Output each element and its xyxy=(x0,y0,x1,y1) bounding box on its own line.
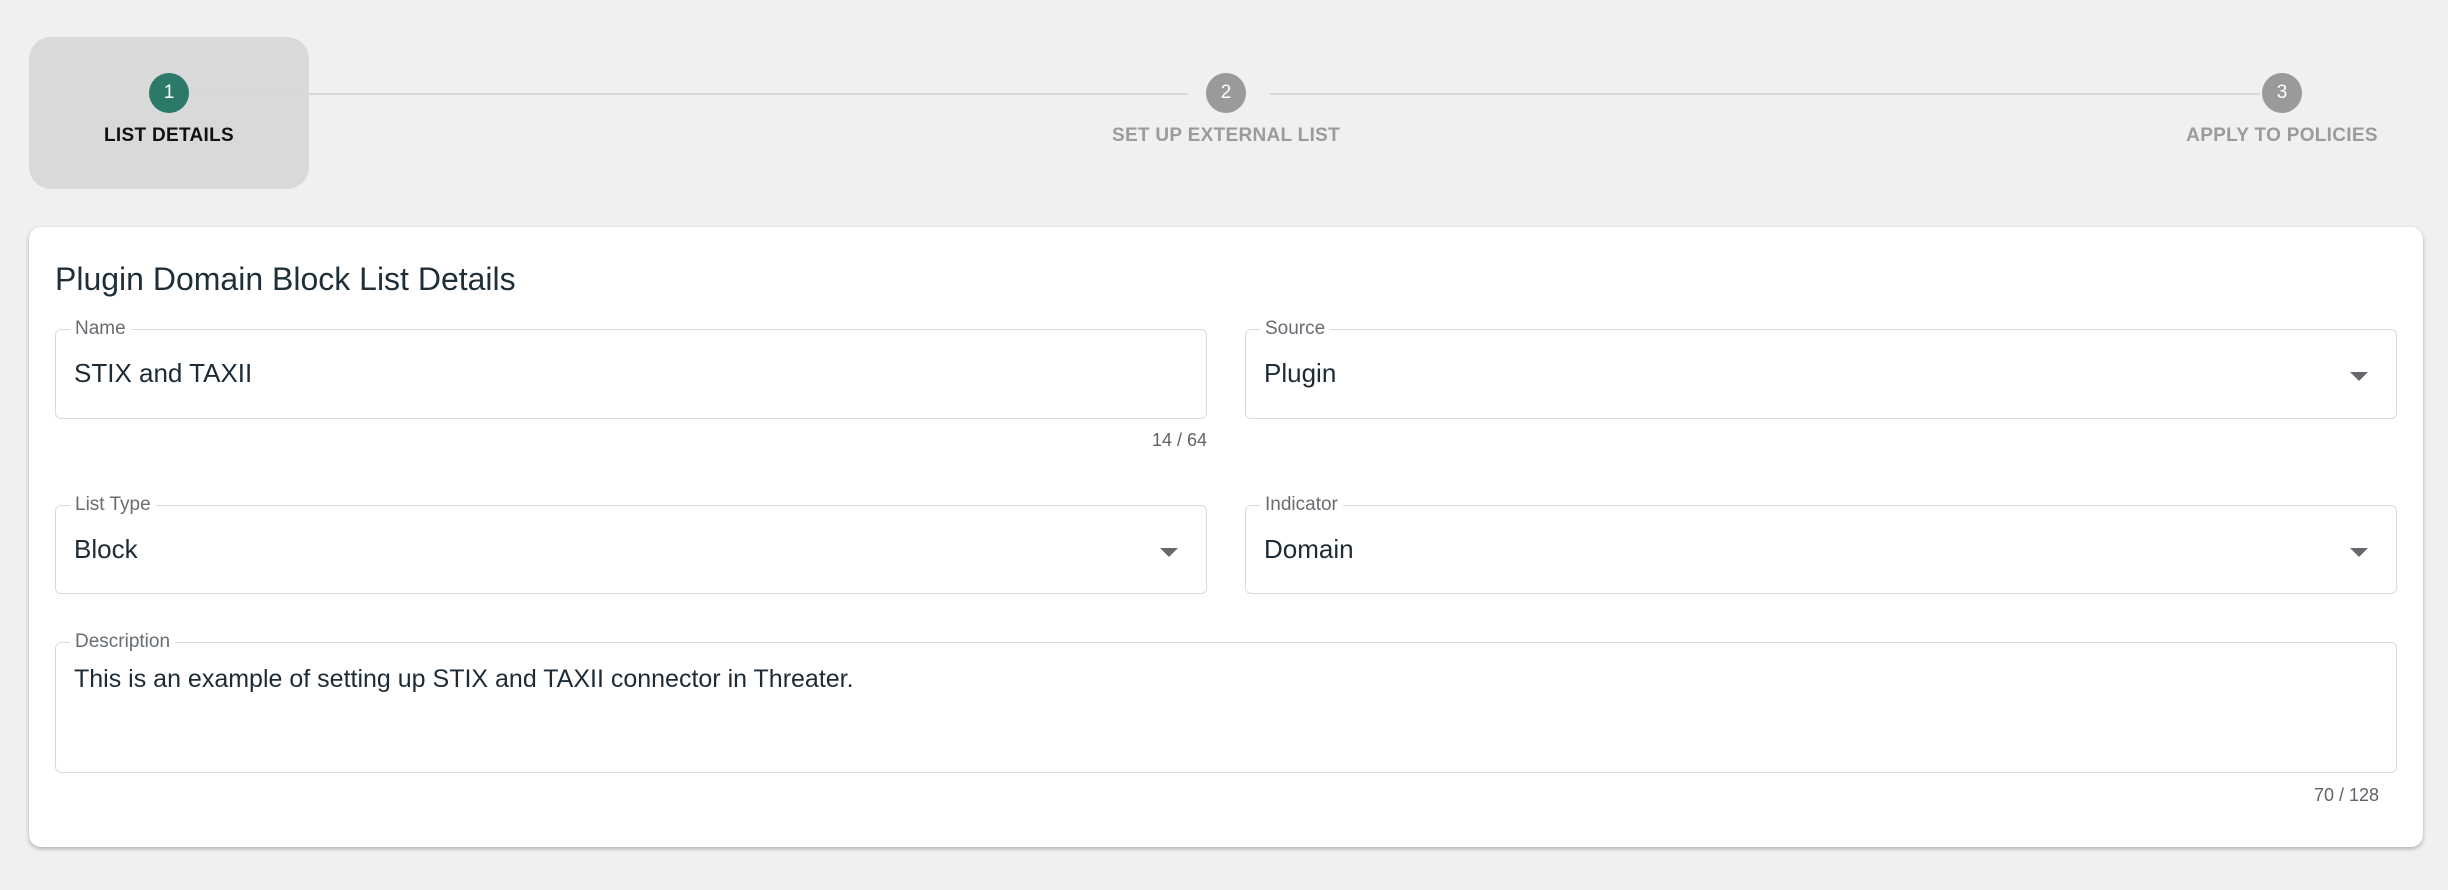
source-selected-value: Plugin xyxy=(1264,358,1337,388)
step-number-badge: 3 xyxy=(2262,73,2302,113)
step-apply-to-policies[interactable]: 3 APPLY TO POLICIES xyxy=(2082,73,2448,147)
chevron-down-icon[interactable] xyxy=(2350,548,2368,557)
description-char-counter: 70 / 128 xyxy=(2313,785,2379,805)
indicator-select[interactable]: Indicator Domain xyxy=(1245,494,2397,594)
description-field[interactable]: Description This is an example of settin… xyxy=(55,631,2397,773)
page-title: Plugin Domain Block List Details xyxy=(55,261,516,297)
step-label: APPLY TO POLICIES xyxy=(2186,125,2378,146)
list-type-select[interactable]: List Type Block xyxy=(55,494,1207,594)
source-select[interactable]: Source Plugin xyxy=(1245,318,2397,419)
indicator-selected-value: Domain xyxy=(1264,534,1354,564)
stepper: 1 LIST DETAILS 2 SET UP EXTERNAL LIST 3 … xyxy=(0,0,2448,200)
name-char-counter: 14 / 64 xyxy=(1151,430,1207,450)
name-field[interactable]: Name STIX and TAXII xyxy=(55,318,1207,419)
step-number-badge: 2 xyxy=(1206,73,1246,113)
list-details-card: Plugin Domain Block List Details Name ST… xyxy=(29,227,2423,847)
step-label: SET UP EXTERNAL LIST xyxy=(1111,125,1341,146)
step-set-up-external-list[interactable]: 2 SET UP EXTERNAL LIST xyxy=(1026,73,1426,147)
chevron-down-icon[interactable] xyxy=(1160,548,1178,557)
name-input[interactable]: STIX and TAXII xyxy=(74,358,252,389)
step-number-badge: 1 xyxy=(149,73,189,113)
name-field-label: Name xyxy=(70,318,131,340)
description-textarea[interactable]: This is an example of setting up STIX an… xyxy=(74,665,854,694)
source-field-label: Source xyxy=(1260,318,1331,340)
list-type-selected-value: Block xyxy=(74,534,138,564)
step-label: LIST DETAILS xyxy=(104,125,234,146)
description-field-label: Description xyxy=(70,631,176,653)
list-type-field-label: List Type xyxy=(70,494,156,516)
step-list-details[interactable]: 1 LIST DETAILS xyxy=(0,73,369,147)
indicator-field-label: Indicator xyxy=(1260,494,1343,516)
chevron-down-icon[interactable] xyxy=(2350,372,2368,381)
